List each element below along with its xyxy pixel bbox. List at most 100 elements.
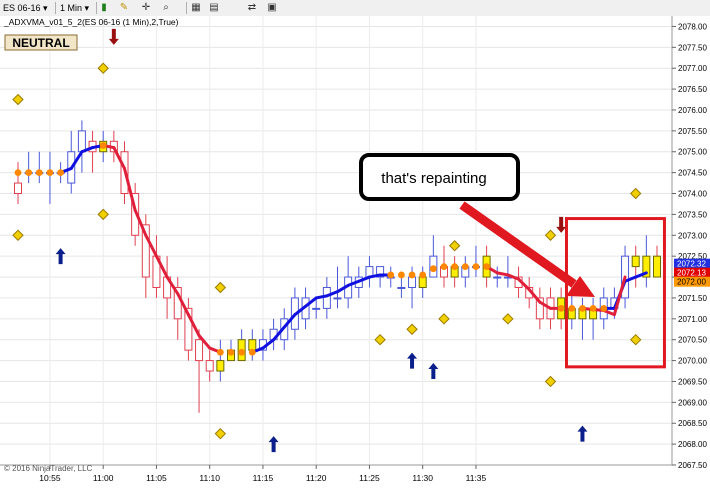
price-tick-label: 2071.50 xyxy=(678,294,707,303)
price-tick-label: 2078.00 xyxy=(678,22,707,31)
candle-body xyxy=(397,286,406,289)
price-tick-label: 2073.00 xyxy=(678,231,707,240)
price-tick-label: 2071.00 xyxy=(678,315,707,324)
price-marker-label: 2072.13 xyxy=(677,269,706,278)
bar-type-icon[interactable]: ▮ xyxy=(98,2,110,14)
price-tick-label: 2076.50 xyxy=(678,85,707,94)
neutral-dot xyxy=(451,263,459,271)
candle-body xyxy=(216,360,225,372)
price-tick-label: 2070.50 xyxy=(678,336,707,345)
sync-icon[interactable]: ⇄ xyxy=(246,2,258,14)
chart-trader-icon[interactable]: ▣ xyxy=(266,2,278,14)
price-tick-label: 2077.50 xyxy=(678,43,707,52)
candle-body xyxy=(14,182,22,195)
price-chart[interactable]: that's repainting 2067.502068.002068.502… xyxy=(0,16,710,488)
price-tick-label: 2075.00 xyxy=(678,148,707,157)
time-tick-label: 11:35 xyxy=(466,473,487,483)
neutral-dot xyxy=(46,169,54,177)
neutral-dot xyxy=(440,263,448,271)
neutral-dot xyxy=(57,169,64,177)
interval-label: 1 Min xyxy=(60,3,83,13)
neutral-dot xyxy=(216,348,224,356)
candle-body xyxy=(322,286,331,309)
neutral-dot xyxy=(579,304,586,312)
neutral-dot xyxy=(429,265,437,273)
toolbar-separator xyxy=(55,2,56,14)
neutral-dot xyxy=(387,271,395,279)
price-tick-label: 2076.00 xyxy=(678,106,707,115)
neutral-dot xyxy=(35,169,43,177)
neutral-dot xyxy=(483,263,490,271)
time-tick-label: 11:30 xyxy=(412,473,433,483)
properties-icon[interactable]: ▦ xyxy=(190,2,202,14)
zoom-icon[interactable]: ⌕ xyxy=(160,2,172,14)
global-crosshair-icon[interactable]: ✛ xyxy=(140,2,152,14)
neutral-dot xyxy=(408,271,416,279)
candle-body xyxy=(493,276,502,279)
candle-body xyxy=(408,276,417,288)
neutral-dot xyxy=(99,142,107,149)
time-tick-label: 11:25 xyxy=(359,473,380,483)
neutral-dot xyxy=(472,263,480,271)
callout-text: that's repainting xyxy=(381,170,486,187)
neutral-dot xyxy=(600,304,608,312)
drawing-pencil-icon[interactable]: ✎ xyxy=(118,2,130,14)
candle-body xyxy=(312,307,321,310)
time-tick-label: 11:05 xyxy=(146,473,167,483)
candle-body xyxy=(333,297,342,300)
candle-body xyxy=(418,276,427,288)
neutral-dot xyxy=(589,304,597,312)
time-tick-label: 11:15 xyxy=(253,473,274,483)
time-tick-label: 10:55 xyxy=(39,473,61,483)
time-axis[interactable]: 10:55 11:00 11:05 11:10 11:15 11:20 11:25 11:30… xyxy=(0,464,672,483)
neutral-dot xyxy=(419,271,427,279)
indicator-label: _ADXVMA_v01_5_2(ES 06-16 (1 Min),2,True) xyxy=(3,17,179,27)
neutral-dot xyxy=(568,304,576,312)
adxvma-segment xyxy=(367,273,382,279)
time-tick-label: 11:00 xyxy=(93,473,114,483)
price-tick-label: 2074.00 xyxy=(678,190,707,199)
interval-selector[interactable]: 1 Min ▾ xyxy=(60,2,89,14)
time-tick-label: 11:20 xyxy=(306,473,327,483)
toolbar-separator xyxy=(96,2,97,14)
price-tick-label: 2074.50 xyxy=(678,169,707,178)
price-tick-label: 2075.50 xyxy=(678,127,707,136)
copyright-text: © 2016 NinjaTrader, LLC xyxy=(4,464,93,473)
price-marker-label: 2072.00 xyxy=(677,278,706,287)
instrument-label: ES 06-16 xyxy=(3,3,41,13)
toolbar: ES 06-16 ▾ 1 Min ▾ ▮ ✎ ✛ ⌕ ▦ ▤ ⇄ ▣ xyxy=(0,0,710,17)
candle-body xyxy=(195,339,204,362)
data-box-icon[interactable]: ▤ xyxy=(208,2,220,14)
instrument-selector[interactable]: ES 06-16 ▾ xyxy=(3,2,48,14)
status-badge-text: NEUTRAL xyxy=(12,36,69,50)
candle-body xyxy=(653,255,661,278)
candle-body xyxy=(248,339,257,351)
status-badge: NEUTRAL xyxy=(4,34,78,51)
price-tick-label: 2068.50 xyxy=(678,419,707,428)
time-tick-label: 11:10 xyxy=(199,473,220,483)
neutral-dot xyxy=(248,348,256,356)
neutral-dot xyxy=(14,169,22,177)
price-tick-label: 2068.00 xyxy=(678,440,707,449)
adxvma-segment xyxy=(314,294,329,300)
price-tick-label: 2067.50 xyxy=(678,461,707,470)
price-tick-label: 2077.00 xyxy=(678,64,707,73)
candle-body xyxy=(205,360,214,372)
neutral-dot xyxy=(25,169,33,177)
price-tick-label: 2070.00 xyxy=(678,357,707,366)
neutral-dot xyxy=(461,263,469,271)
plot-area xyxy=(0,16,672,465)
neutral-dot xyxy=(398,271,405,279)
price-marker-label: 2072.32 xyxy=(677,260,706,269)
toolbar-separator xyxy=(186,2,187,14)
price-tick-label: 2069.00 xyxy=(678,398,707,407)
candle-body xyxy=(77,130,86,153)
neutral-dot xyxy=(227,348,235,356)
neutral-dot xyxy=(557,304,565,312)
price-axis[interactable]: 2067.50 2068.00 2068.50 2069.00 2069.50 2070.… xyxy=(671,16,710,488)
price-tick-label: 2073.50 xyxy=(678,210,707,219)
price-tick-label: 2069.50 xyxy=(678,377,707,386)
adxvma-segment xyxy=(495,271,510,277)
neutral-dot xyxy=(238,348,246,356)
candle-body xyxy=(631,255,640,268)
